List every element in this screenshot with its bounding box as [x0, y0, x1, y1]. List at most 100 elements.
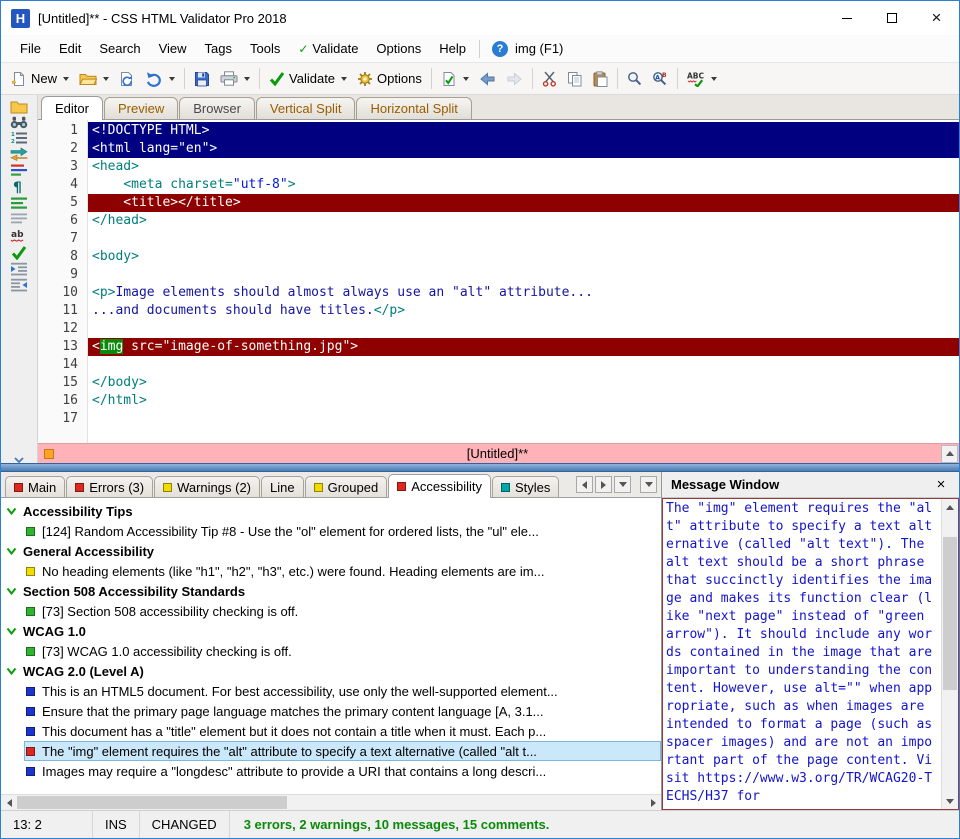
code-line[interactable]: <head>: [88, 158, 959, 176]
document-bar[interactable]: [Untitled]**: [38, 443, 959, 463]
tab-horizontal-split[interactable]: Horizontal Split: [356, 97, 471, 119]
tree-group-wcag-2-0-level-a[interactable]: WCAG 2.0 (Level A): [1, 661, 661, 681]
new-document-button[interactable]: New: [6, 66, 74, 91]
code-line[interactable]: [88, 320, 959, 338]
tab-vertical-split[interactable]: Vertical Split: [256, 97, 356, 119]
outdent-button[interactable]: [6, 278, 33, 292]
tree-item[interactable]: The "img" element requires the "alt" att…: [1, 741, 661, 761]
menu-validate[interactable]: ✓Validate: [289, 35, 367, 62]
code-line[interactable]: [88, 410, 959, 428]
maximize-button[interactable]: [869, 1, 914, 35]
code-line[interactable]: </body>: [88, 374, 959, 392]
tree-item[interactable]: Images may require a "longdesc" attribut…: [1, 761, 661, 781]
tab-line[interactable]: Line: [261, 476, 304, 497]
close-button[interactable]: [914, 1, 959, 35]
code-line[interactable]: </html>: [88, 392, 959, 410]
code-line[interactable]: <p>Image elements should almost always u…: [88, 284, 959, 302]
minimize-button[interactable]: [824, 1, 869, 35]
menu-search[interactable]: Search: [90, 35, 149, 62]
tree-item[interactable]: This is an HTML5 document. For best acce…: [1, 681, 661, 701]
menu-file[interactable]: File: [11, 35, 50, 62]
open-file-button[interactable]: [6, 100, 33, 114]
options-button[interactable]: Options: [352, 66, 427, 91]
highlight-lines-button[interactable]: [6, 163, 33, 177]
cut-button[interactable]: [537, 66, 562, 91]
back-button[interactable]: [474, 66, 501, 91]
message-scrollbar[interactable]: [941, 499, 958, 809]
code-line[interactable]: [88, 230, 959, 248]
message-window-close-button[interactable]: ×: [932, 476, 950, 493]
tree-item[interactable]: [73] WCAG 1.0 accessibility checking is …: [1, 641, 661, 661]
print-button[interactable]: [215, 66, 255, 91]
code-line[interactable]: <body>: [88, 248, 959, 266]
show-formatting-button[interactable]: ¶: [6, 179, 33, 194]
forward-button[interactable]: [501, 66, 528, 91]
tab-scroll-right-button[interactable]: [595, 476, 612, 493]
tree-group-general-accessibility[interactable]: General Accessibility: [1, 541, 661, 561]
document-tools-button[interactable]: [436, 66, 474, 91]
indent-button[interactable]: [6, 262, 33, 276]
tab-warnings-2[interactable]: Warnings (2): [154, 476, 260, 497]
tab-main[interactable]: Main: [5, 476, 65, 497]
tab-grouped[interactable]: Grouped: [305, 476, 388, 497]
code-line[interactable]: ...and documents should have titles.</p>: [88, 302, 959, 320]
menu-tags[interactable]: Tags: [196, 35, 241, 62]
tree-item[interactable]: [124] Random Accessibility Tip #8 - Use …: [1, 521, 661, 541]
panel-menu-button[interactable]: [640, 476, 657, 493]
validate-button[interactable]: Validate: [264, 66, 352, 91]
undo-button[interactable]: [140, 66, 180, 91]
tree-item[interactable]: Ensure that the primary page language ma…: [1, 701, 661, 721]
code-line[interactable]: <!DOCTYPE HTML>: [88, 122, 959, 140]
tab-editor[interactable]: Editor: [41, 96, 103, 120]
tab-browser[interactable]: Browser: [179, 97, 255, 119]
save-button[interactable]: [189, 66, 215, 91]
code-line[interactable]: [88, 356, 959, 374]
compare-files-button[interactable]: [6, 147, 33, 161]
code-line[interactable]: </head>: [88, 212, 959, 230]
menu-help[interactable]: Help: [430, 35, 475, 62]
copy-button[interactable]: [562, 66, 588, 91]
tab-scroll-left-button[interactable]: [576, 476, 593, 493]
tree-horizontal-scrollbar[interactable]: [1, 794, 661, 810]
paste-button[interactable]: [588, 66, 613, 91]
find-button[interactable]: [622, 66, 647, 91]
scroll-up-button[interactable]: [941, 445, 958, 463]
code-line[interactable]: <html lang="en">: [88, 140, 959, 158]
results-tree[interactable]: Accessibility Tips[124] Random Accessibi…: [1, 498, 661, 794]
tab-preview[interactable]: Preview: [104, 97, 178, 119]
vertical-scroll-thumb[interactable]: [943, 537, 957, 690]
tree-group-section-508-accessibility-standards[interactable]: Section 508 Accessibility Standards: [1, 581, 661, 601]
tab-styles[interactable]: Styles: [492, 476, 559, 497]
vertical-scroll-track[interactable]: [942, 515, 958, 793]
code-editor[interactable]: 1234567891011121314151617 <!DOCTYPE HTML…: [38, 120, 959, 443]
tree-item[interactable]: No heading elements (like "h1", "h2", "h…: [1, 561, 661, 581]
scroll-down-button[interactable]: [942, 793, 958, 809]
menu-options[interactable]: Options: [367, 35, 430, 62]
scroll-up-button[interactable]: [942, 499, 958, 515]
horizontal-scroll-track[interactable]: [287, 795, 645, 810]
code-lines[interactable]: <!DOCTYPE HTML><html lang="en"><head> <m…: [88, 120, 959, 443]
tree-group-wcag-1-0[interactable]: WCAG 1.0: [1, 621, 661, 641]
scroll-right-button[interactable]: [645, 795, 661, 810]
tab-errors-3[interactable]: Errors (3): [66, 476, 153, 497]
context-help-button[interactable]: img (F1): [492, 41, 563, 57]
code-line[interactable]: [88, 266, 959, 284]
code-line[interactable]: <title></title>: [88, 194, 959, 212]
replace-button[interactable]: AB: [647, 66, 673, 91]
tree-item[interactable]: This document has a "title" element but …: [1, 721, 661, 741]
code-line[interactable]: <meta charset="utf-8">: [88, 176, 959, 194]
horizontal-scroll-thumb[interactable]: [17, 796, 287, 809]
tree-group-accessibility-tips[interactable]: Accessibility Tips: [1, 501, 661, 521]
reload-document-button[interactable]: [114, 66, 140, 91]
tree-item[interactable]: [73] Section 508 accessibility checking …: [1, 601, 661, 621]
spelling-button[interactable]: ab: [6, 228, 33, 243]
spellcheck-button[interactable]: ABC: [682, 66, 722, 91]
find-in-files-button[interactable]: [6, 116, 33, 129]
horizontal-splitter[interactable]: [1, 463, 959, 472]
tab-accessibility[interactable]: Accessibility: [388, 474, 491, 498]
menu-tools[interactable]: Tools: [241, 35, 289, 62]
align-lines-button[interactable]: [6, 196, 33, 210]
open-button[interactable]: [74, 66, 114, 91]
word-wrap-button[interactable]: [6, 212, 33, 226]
menu-view[interactable]: View: [150, 35, 196, 62]
